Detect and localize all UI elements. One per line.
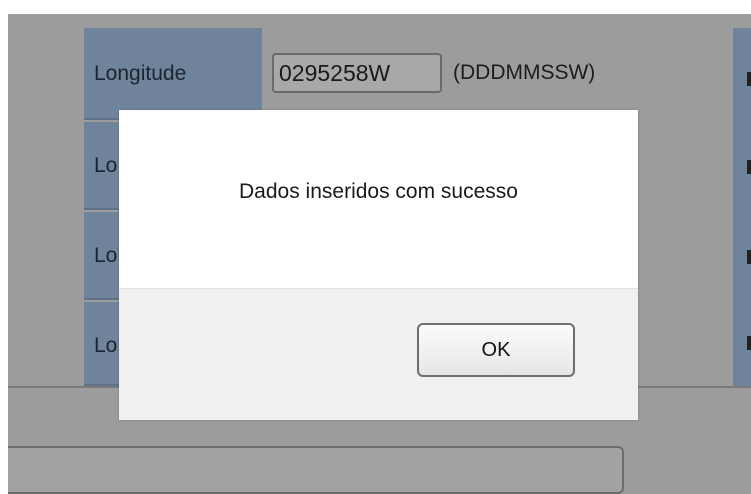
dialog-body: Dados inseridos com sucesso: [119, 110, 638, 288]
success-dialog: Dados inseridos com sucesso OK: [119, 110, 638, 420]
dialog-message: Dados inseridos com sucesso: [239, 180, 518, 203]
ok-button[interactable]: OK: [417, 323, 575, 377]
longitude-format-hint: (DDDMMSSW): [453, 61, 596, 84]
cell-edge-marker: [747, 336, 751, 350]
longitude-label: Longitude: [84, 28, 262, 120]
longitude-input[interactable]: 0295258W: [272, 53, 442, 93]
cell-edge-marker: [747, 72, 751, 86]
cell-edge-marker: [747, 250, 751, 264]
bottom-input-field[interactable]: [8, 446, 624, 494]
right-column-cells: [733, 28, 751, 386]
cell-edge-marker: [747, 160, 751, 174]
dialog-footer: OK: [119, 288, 638, 420]
